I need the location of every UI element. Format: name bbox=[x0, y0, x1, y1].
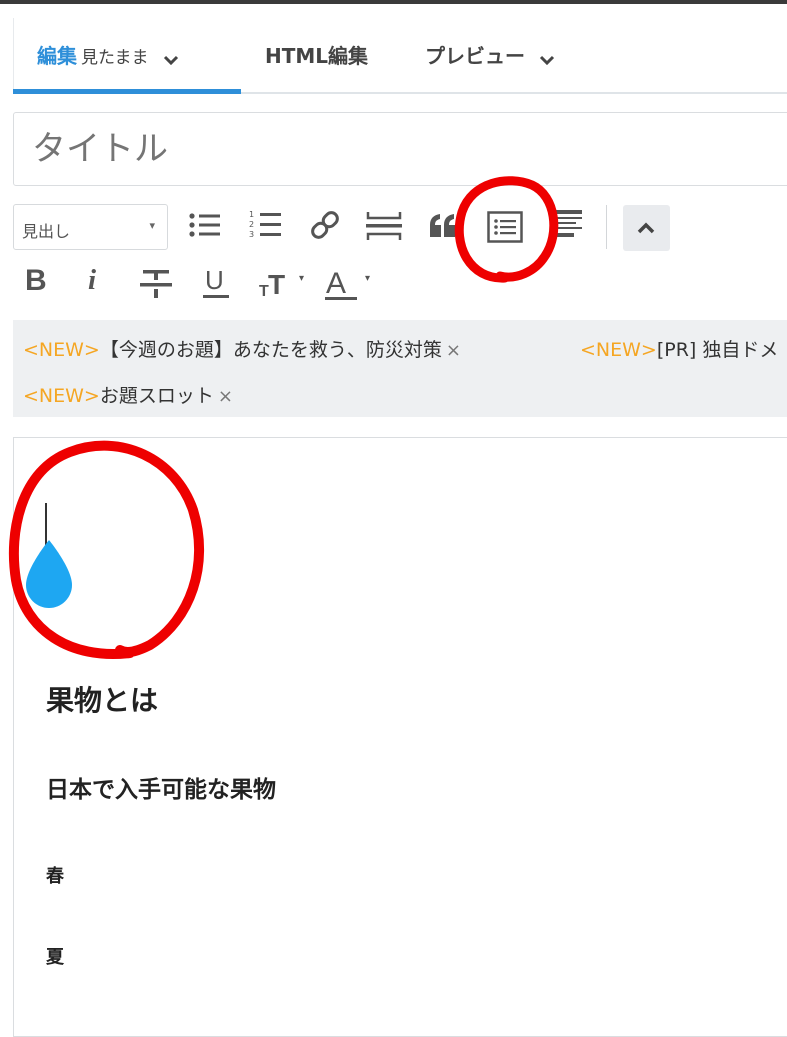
new-tag: <NEW> bbox=[580, 339, 657, 361]
topic-item[interactable]: <NEW>【今週のお題】あなたを救う、防災対策 × bbox=[23, 335, 461, 362]
text-color-label: A bbox=[326, 267, 346, 300]
unordered-list-icon[interactable] bbox=[188, 210, 222, 244]
select-arrow-icon: ▾ bbox=[149, 219, 155, 232]
ordered-list-icon[interactable]: 1 2 3 bbox=[249, 208, 283, 244]
title-input[interactable] bbox=[13, 112, 787, 186]
editor-body[interactable] bbox=[13, 437, 787, 1037]
tab-left-border bbox=[13, 18, 14, 92]
new-tag: <NEW> bbox=[23, 385, 100, 407]
horizontal-rule-icon[interactable] bbox=[366, 210, 402, 246]
topic-item[interactable]: <NEW>[PR] 独自ドメ bbox=[580, 335, 778, 362]
tab-edit-label: 編集 bbox=[37, 44, 77, 68]
underline-icon[interactable]: U bbox=[201, 265, 231, 304]
svg-text:T: T bbox=[268, 269, 285, 300]
svg-text:1: 1 bbox=[249, 210, 254, 219]
strikethrough-icon[interactable] bbox=[140, 268, 172, 304]
text-color-icon[interactable]: A ▾ bbox=[323, 264, 375, 306]
collapse-toolbar-button[interactable] bbox=[623, 205, 670, 251]
suggested-topics: <NEW>【今週のお題】あなたを救う、防災対策 × <NEW>[PR] 独自ドメ … bbox=[13, 320, 787, 417]
active-tab-indicator bbox=[13, 89, 241, 94]
editor-mode-tabs: 編集 見たまま HTML編集 プレビュー bbox=[13, 18, 787, 94]
svg-text:2: 2 bbox=[249, 220, 254, 229]
close-icon[interactable]: × bbox=[218, 386, 233, 407]
topic-text: [PR] 独自ドメ bbox=[656, 339, 779, 361]
chevron-up-icon bbox=[637, 222, 655, 234]
cursor-handle-icon[interactable] bbox=[22, 538, 76, 618]
tab-html-edit[interactable]: HTML編集 bbox=[265, 40, 368, 69]
link-icon[interactable] bbox=[308, 208, 342, 246]
italic-icon[interactable]: i bbox=[88, 264, 96, 297]
topic-item[interactable]: <NEW>お題スロット × bbox=[23, 381, 233, 408]
heading-select-value: 見出し bbox=[22, 222, 71, 241]
chevron-down-icon bbox=[163, 46, 179, 70]
text-size-icon[interactable]: T T ▾ bbox=[259, 266, 305, 304]
heading-select[interactable]: 見出し ▾ bbox=[13, 204, 168, 250]
toolbar-divider bbox=[606, 205, 607, 249]
blockquote-icon[interactable] bbox=[428, 213, 458, 243]
new-tag: <NEW> bbox=[23, 339, 100, 361]
table-of-contents-icon[interactable] bbox=[487, 211, 523, 247]
tab-preview-label: プレビュー bbox=[425, 44, 525, 68]
underline-label: U bbox=[205, 266, 224, 295]
svg-text:3: 3 bbox=[249, 230, 254, 239]
tab-preview[interactable]: プレビュー bbox=[425, 40, 555, 70]
svg-text:▾: ▾ bbox=[365, 273, 370, 284]
chevron-down-icon bbox=[539, 46, 555, 70]
heading-h2[interactable]: 果物とは bbox=[46, 679, 158, 719]
topic-text: 【今週のお題】あなたを救う、防災対策 bbox=[99, 339, 442, 361]
heading-h4-summer[interactable]: 夏 bbox=[46, 943, 64, 969]
tab-edit[interactable]: 編集 見たまま bbox=[37, 40, 179, 70]
heading-h3[interactable]: 日本で入手可能な果物 bbox=[46, 770, 276, 804]
svg-text:▾: ▾ bbox=[299, 273, 304, 284]
bold-icon[interactable]: B bbox=[25, 264, 47, 298]
close-icon[interactable]: × bbox=[446, 340, 461, 361]
topic-text: お題スロット bbox=[99, 385, 214, 407]
tab-edit-mode: 見たまま bbox=[81, 48, 149, 68]
more-list-icon[interactable] bbox=[556, 208, 582, 244]
heading-h4-spring[interactable]: 春 bbox=[46, 862, 64, 888]
window-top-border bbox=[0, 0, 787, 4]
